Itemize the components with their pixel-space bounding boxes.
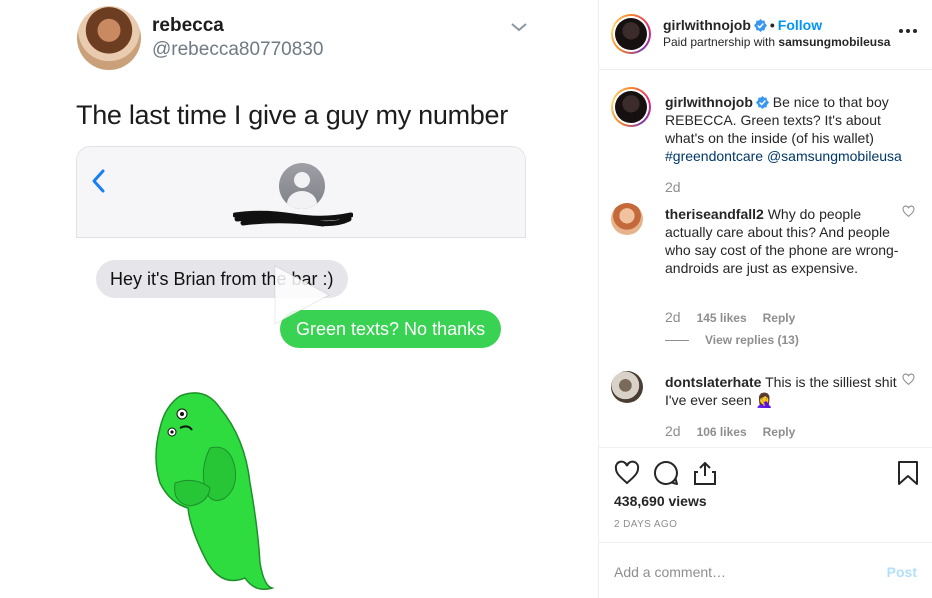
- replies-divider: [665, 340, 689, 342]
- follow-button[interactable]: Follow: [778, 17, 822, 33]
- caption-meta: 2d: [665, 179, 697, 195]
- mention-link[interactable]: @samsungmobileusa: [767, 148, 902, 164]
- green-blob-illustration: [155, 392, 275, 590]
- comment-text: dontslaterhate This is the silliest shit…: [665, 373, 911, 409]
- commenter-username[interactable]: theriseandfall2: [665, 206, 764, 222]
- like-comment-heart-icon[interactable]: [902, 205, 915, 218]
- comment-likes[interactable]: 106 likes: [697, 425, 747, 439]
- caption-age: 2d: [665, 179, 681, 195]
- view-replies-label: View replies (13): [705, 333, 799, 347]
- tweet-author-name: rebecca: [152, 15, 224, 36]
- commenter-avatar[interactable]: [611, 203, 643, 235]
- view-count[interactable]: 438,690 views: [614, 493, 707, 509]
- tweet-avatar: [77, 6, 141, 70]
- comment-item: theriseandfall2 Why do people actually c…: [611, 203, 921, 353]
- like-heart-icon[interactable]: [614, 460, 640, 486]
- hashtag-link[interactable]: #greendontcare: [665, 148, 763, 164]
- reply-button[interactable]: Reply: [763, 311, 796, 325]
- comment-age: 2d: [665, 423, 681, 439]
- comment-input[interactable]: Add a comment…: [614, 564, 726, 580]
- post-header: girlwithnojob • Follow Paid partnership wi…: [599, 0, 932, 70]
- commenter-username[interactable]: dontslaterhate: [665, 374, 761, 390]
- caption-text: girlwithnojob Be nice to that boy REBECC…: [665, 93, 911, 165]
- like-comment-heart-icon[interactable]: [902, 373, 915, 386]
- tweet-text: The last time I give a guy my number: [76, 100, 508, 130]
- partner-username[interactable]: samsungmobileusa: [778, 35, 890, 49]
- paid-partnership-prefix: Paid partnership with: [663, 35, 779, 49]
- author-line: girlwithnojob • Follow: [663, 17, 822, 33]
- comment-item: dontslaterhate This is the silliest shit…: [611, 371, 921, 443]
- play-icon[interactable]: [267, 262, 333, 328]
- post-comment-button[interactable]: Post: [887, 564, 917, 580]
- verified-badge-icon: [755, 96, 769, 109]
- more-options-icon[interactable]: [897, 20, 919, 42]
- caption-username[interactable]: girlwithnojob: [665, 94, 753, 110]
- post-media[interactable]: rebecca @rebecca80770830 The last time I…: [0, 0, 598, 598]
- post-date[interactable]: 2 DAYS AGO: [614, 519, 677, 530]
- comment-meta: 2d 106 likes Reply: [665, 423, 795, 439]
- separator-dot: •: [769, 17, 775, 33]
- caption: girlwithnojob Be nice to that boy REBECC…: [611, 85, 921, 195]
- view-replies-button[interactable]: View replies (13): [665, 333, 799, 347]
- comment-age: 2d: [665, 309, 681, 325]
- imessage-header: [76, 146, 526, 238]
- comments-list[interactable]: girlwithnojob Be nice to that boy REBECC…: [599, 71, 932, 447]
- tweet-author-handle: @rebecca80770830: [152, 39, 324, 60]
- reply-button[interactable]: Reply: [763, 425, 796, 439]
- verified-badge-icon: [753, 19, 767, 32]
- back-chevron-icon: [92, 169, 105, 193]
- comment-likes[interactable]: 145 likes: [697, 311, 747, 325]
- comment-bubble-icon[interactable]: [653, 460, 679, 486]
- chevron-down-icon: [511, 23, 527, 32]
- author-avatar[interactable]: [611, 14, 651, 54]
- author-username[interactable]: girlwithnojob: [663, 17, 751, 33]
- bookmark-icon[interactable]: [895, 460, 921, 486]
- post-actions: 438,690 views 2 DAYS AGO: [599, 447, 932, 542]
- commenter-avatar[interactable]: [611, 371, 643, 403]
- imessage-screenshot: Hey it's Brian from the bar :) Green tex…: [76, 146, 526, 598]
- post-sidebar: girlwithnojob • Follow Paid partnership wi…: [598, 0, 932, 598]
- comment-text: theriseandfall2 Why do people actually c…: [665, 205, 911, 277]
- comment-meta: 2d 145 likes Reply: [665, 309, 795, 325]
- share-icon[interactable]: [692, 460, 718, 486]
- add-comment-bar: Add a comment… Post: [599, 542, 932, 598]
- caption-avatar[interactable]: [611, 87, 651, 127]
- redacted-scribble: [233, 210, 353, 227]
- paid-partnership-label: Paid partnership with samsungmobileusa: [663, 35, 890, 49]
- contact-avatar-icon: [279, 163, 325, 209]
